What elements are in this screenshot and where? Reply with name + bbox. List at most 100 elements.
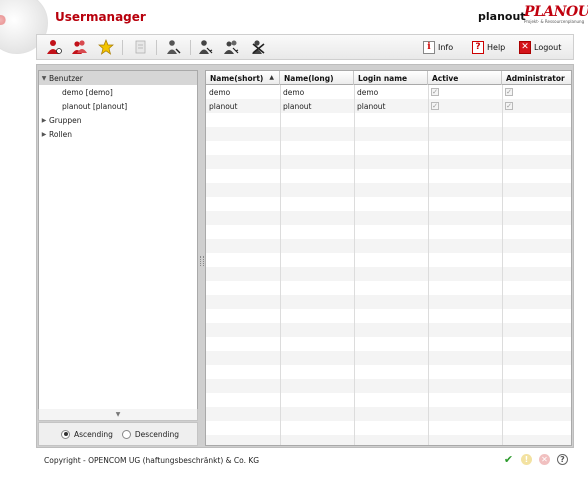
radio-unselected-icon[interactable]: [121, 429, 131, 439]
app-header: Usermanager planout PLANOUT Projekt- & R…: [0, 0, 588, 54]
column-divider: [502, 85, 503, 445]
add-user-button[interactable]: [45, 39, 63, 55]
cell-active: ✓: [428, 99, 439, 113]
splitter-grip-icon[interactable]: [200, 256, 204, 266]
user-edit-icon: [167, 40, 181, 54]
chevron-right-icon[interactable]: ▶: [39, 131, 49, 138]
sort-descending-label: Descending: [134, 429, 180, 439]
table-row-empty: [206, 309, 571, 323]
column-header-active[interactable]: Active: [428, 71, 502, 85]
add-group-button[interactable]: [71, 39, 89, 55]
chevron-down-icon[interactable]: ▼: [39, 75, 49, 82]
group-permissions-button[interactable]: [223, 39, 241, 55]
table-header: Name(short) ▲ Name(long) Login name Acti…: [206, 71, 571, 85]
cell-name-long: demo: [283, 87, 305, 97]
edit-user-button[interactable]: [165, 39, 183, 55]
help-circle-icon[interactable]: ?: [557, 454, 568, 465]
user-permissions-button[interactable]: [197, 39, 215, 55]
column-header-name-long[interactable]: Name(long): [280, 71, 354, 85]
cell-admin: ✓: [502, 99, 513, 113]
table-row-empty: [206, 323, 571, 337]
column-header-administrator[interactable]: Administrator: [502, 71, 571, 85]
current-user: planout: [478, 10, 526, 23]
add-role-button[interactable]: [97, 39, 115, 55]
table-row-empty: [206, 407, 571, 421]
tree-item-label: planout [planout]: [62, 101, 128, 111]
sort-descending-radio[interactable]: Descending: [121, 429, 180, 439]
chevron-right-icon[interactable]: ▶: [39, 117, 49, 124]
document-icon: [135, 40, 146, 54]
check-icon[interactable]: ✔: [503, 453, 514, 466]
info-icon: i: [423, 40, 435, 54]
sort-ascending-icon: ▲: [269, 74, 274, 81]
sort-ascending-radio[interactable]: Ascending: [61, 429, 113, 439]
brand-logo: PLANOUT Projekt- & Ressourcenplanung: [524, 4, 588, 24]
column-divider: [354, 85, 355, 445]
table-row-empty: [206, 127, 571, 141]
cell-login: planout: [357, 101, 386, 111]
column-label: Administrator: [506, 73, 565, 83]
active-checkbox[interactable]: ✓: [431, 102, 439, 110]
delete-user-icon: [252, 40, 265, 54]
active-checkbox[interactable]: ✓: [431, 88, 439, 96]
delete-button[interactable]: [249, 39, 267, 55]
main-frame: ▼ Benutzer demo [demo] planout [planout]…: [36, 64, 574, 448]
tree-item-label: Benutzer: [49, 73, 83, 83]
table-row[interactable]: planout planout planout ✓ ✓: [206, 99, 571, 113]
tree-item-benutzer[interactable]: ▼ Benutzer: [39, 71, 197, 85]
sort-options: Ascending Descending: [38, 422, 198, 446]
table-row-empty: [206, 155, 571, 169]
tree-item-planout[interactable]: planout [planout]: [39, 99, 197, 113]
table-row-empty: [206, 239, 571, 253]
table-row-empty: [206, 141, 571, 155]
table-row-empty: [206, 113, 571, 127]
table-row-empty: [206, 211, 571, 225]
column-label: Login name: [358, 73, 408, 83]
error-icon[interactable]: ✕: [539, 454, 550, 465]
table-body: demo demo demo ✓ ✓ planout planout plano…: [206, 85, 571, 445]
tree-item-label: Rollen: [49, 129, 72, 139]
table-row-empty: [206, 169, 571, 183]
tree-item-rollen[interactable]: ▶ Rollen: [39, 127, 197, 141]
group-add-icon: [72, 40, 87, 54]
table-row-empty: [206, 351, 571, 365]
app-title: Usermanager: [55, 10, 146, 24]
cell-name-short: demo: [209, 87, 231, 97]
admin-checkbox[interactable]: ✓: [505, 88, 513, 96]
sort-ascending-label: Ascending: [74, 429, 113, 439]
table-row-empty: [206, 197, 571, 211]
column-header-name-short[interactable]: Name(short) ▲: [206, 71, 280, 85]
info-button[interactable]: i Info: [423, 39, 453, 55]
radio-selected-icon[interactable]: [61, 429, 70, 439]
table-row-empty: [206, 281, 571, 295]
copyright-text: Copyright - OPENCOM UG (haftungsbeschrän…: [44, 455, 260, 465]
status-icons: ✔ ! ✕ ?: [503, 453, 568, 466]
table-row[interactable]: demo demo demo ✓ ✓: [206, 85, 571, 99]
help-label: Help: [487, 42, 506, 52]
tree-scroll-down-button[interactable]: ▼: [38, 409, 198, 421]
tree-item-gruppen[interactable]: ▶ Gruppen: [39, 113, 197, 127]
copy-button[interactable]: [131, 39, 149, 55]
table-row-empty: [206, 267, 571, 281]
star-icon: [98, 39, 114, 55]
admin-checkbox[interactable]: ✓: [505, 102, 513, 110]
tree-item-demo[interactable]: demo [demo]: [39, 85, 197, 99]
table-row-empty: [206, 435, 571, 445]
column-header-login[interactable]: Login name: [354, 71, 428, 85]
brand-tagline: Projekt- & Ressourcenplanung: [524, 19, 585, 24]
table-row-empty: [206, 421, 571, 435]
table-row-empty: [206, 393, 571, 407]
warning-icon[interactable]: !: [521, 454, 532, 465]
column-label: Name(short): [210, 73, 264, 83]
cell-name-short: planout: [209, 101, 238, 111]
help-button[interactable]: ? Help: [472, 39, 505, 55]
tree-item-label: Gruppen: [49, 115, 82, 125]
cell-admin: ✓: [502, 85, 513, 99]
table-row-empty: [206, 225, 571, 239]
logout-button[interactable]: ✕ Logout: [519, 39, 561, 55]
cell-login: demo: [357, 87, 379, 97]
panel-splitter[interactable]: [200, 70, 204, 446]
cell-name-long: planout: [283, 101, 312, 111]
tree-item-label: demo [demo]: [62, 87, 113, 97]
key-user-icon: [199, 40, 213, 54]
